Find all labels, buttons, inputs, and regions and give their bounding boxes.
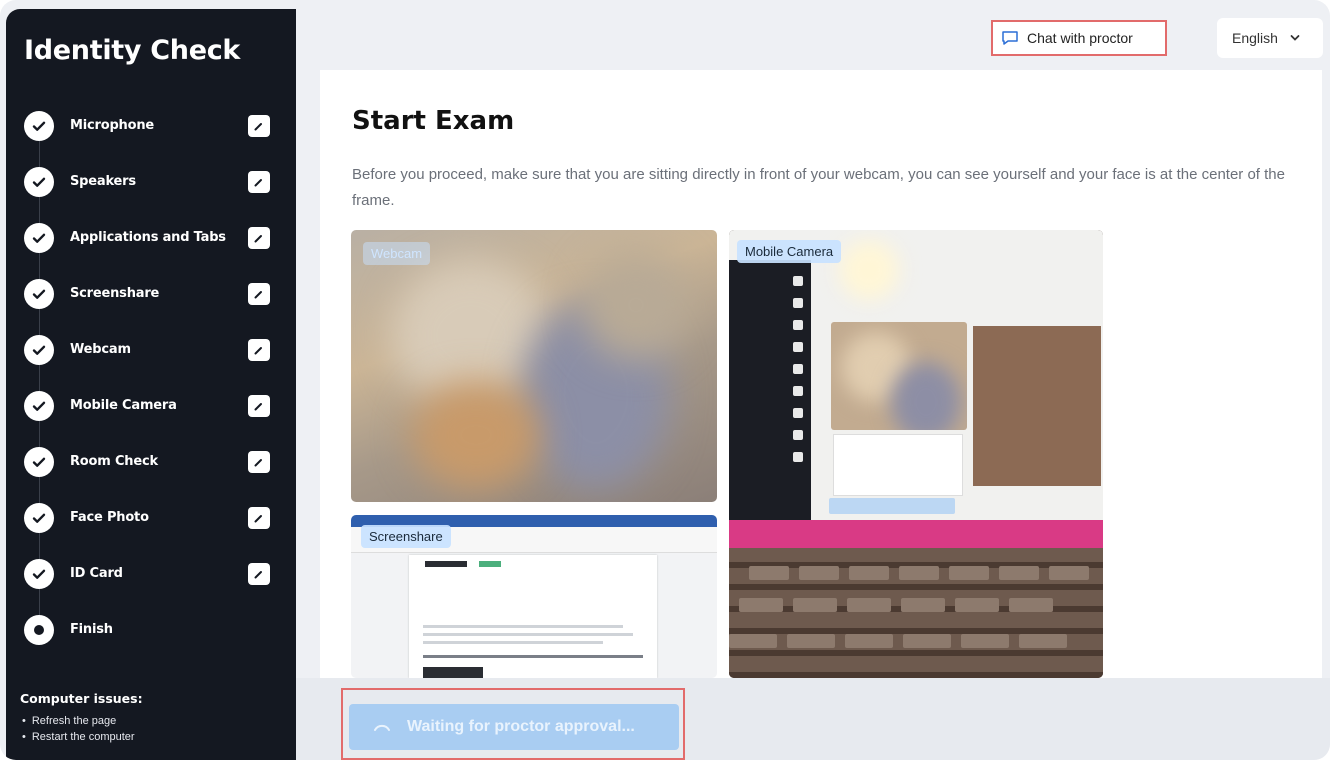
steps-list: Microphone Speakers Applications and Tab… — [6, 101, 296, 661]
chevron-down-icon — [1290, 35, 1300, 41]
edit-icon[interactable] — [248, 563, 270, 585]
step-label: Microphone — [70, 118, 155, 133]
step-label: Face Photo — [70, 510, 149, 525]
screenshare-label: Screenshare — [361, 525, 451, 548]
language-value: English — [1232, 30, 1278, 46]
step-id-card[interactable]: ID Card — [6, 549, 296, 623]
waiting-approval-button[interactable]: Waiting for proctor approval... — [349, 704, 679, 750]
edit-icon[interactable] — [248, 451, 270, 473]
check-icon — [24, 111, 54, 141]
start-exam-card: Start Exam Before you proceed, make sure… — [320, 70, 1322, 678]
check-icon — [24, 447, 54, 477]
webcam-label: Webcam — [363, 242, 431, 265]
step-label: Mobile Camera — [70, 398, 177, 413]
chat-with-proctor-button[interactable]: Chat with proctor — [991, 20, 1167, 56]
webcam-feed: Webcam — [351, 230, 717, 502]
identity-check-window: Identity Check Microphone Speakers Appli… — [0, 0, 1330, 760]
edit-icon[interactable] — [248, 227, 270, 249]
issues-title: Computer issues: — [20, 691, 143, 706]
mobile-keyboard — [729, 548, 1103, 678]
step-webcam[interactable]: Webcam — [6, 325, 296, 399]
approval-highlight: Waiting for proctor approval... — [341, 688, 685, 760]
check-icon — [24, 391, 54, 421]
edit-icon[interactable] — [248, 171, 270, 193]
step-label: Screenshare — [70, 286, 160, 301]
edit-icon[interactable] — [248, 395, 270, 417]
chat-label: Chat with proctor — [1027, 30, 1133, 46]
mobile-taskbar — [729, 520, 1103, 548]
edit-icon[interactable] — [248, 339, 270, 361]
step-applications-and-tabs[interactable]: Applications and Tabs — [6, 213, 296, 287]
step-finish[interactable]: Finish — [6, 605, 296, 661]
screenshare-document — [409, 555, 657, 678]
check-icon — [24, 223, 54, 253]
check-icon — [24, 167, 54, 197]
instructions-text: Before you proceed, make sure that you a… — [352, 166, 1285, 209]
step-speakers[interactable]: Speakers — [6, 157, 296, 231]
sidebar: Identity Check Microphone Speakers Appli… — [6, 9, 296, 760]
language-select[interactable]: English — [1217, 18, 1323, 58]
check-icon — [24, 503, 54, 533]
page-title: Start Exam — [352, 106, 515, 136]
dot-icon — [24, 615, 54, 645]
step-label: Applications and Tabs — [70, 230, 226, 245]
mobile-camera-label: Mobile Camera — [737, 240, 842, 263]
mobile-sidebar — [729, 260, 811, 520]
step-label: ID Card — [70, 566, 123, 581]
edit-icon[interactable] — [248, 115, 270, 137]
step-label: Speakers — [70, 174, 136, 189]
step-room-check[interactable]: Room Check — [6, 437, 296, 511]
sidebar-title: Identity Check — [24, 35, 241, 66]
check-icon — [24, 335, 54, 365]
spinner-icon — [374, 724, 390, 731]
mobile-screen-content — [729, 230, 1103, 520]
step-label: Webcam — [70, 342, 131, 357]
waiting-label: Waiting for proctor approval... — [407, 718, 635, 735]
step-mobile-camera[interactable]: Mobile Camera — [6, 381, 296, 455]
issue-item: Restart the computer — [20, 729, 143, 745]
step-label: Room Check — [70, 454, 158, 469]
step-face-photo[interactable]: Face Photo — [6, 493, 296, 567]
computer-issues: Computer issues: Refresh the page Restar… — [20, 691, 143, 745]
check-icon — [24, 279, 54, 309]
screenshare-feed: Screenshare — [351, 515, 717, 678]
step-label: Finish — [70, 622, 113, 637]
step-microphone[interactable]: Microphone — [6, 101, 296, 175]
edit-icon[interactable] — [248, 507, 270, 529]
issue-item: Refresh the page — [20, 713, 143, 729]
step-screenshare[interactable]: Screenshare — [6, 269, 296, 343]
mobile-camera-feed: Mobile Camera — [729, 230, 1103, 678]
chat-icon — [1002, 31, 1018, 45]
check-icon — [24, 559, 54, 589]
edit-icon[interactable] — [248, 283, 270, 305]
